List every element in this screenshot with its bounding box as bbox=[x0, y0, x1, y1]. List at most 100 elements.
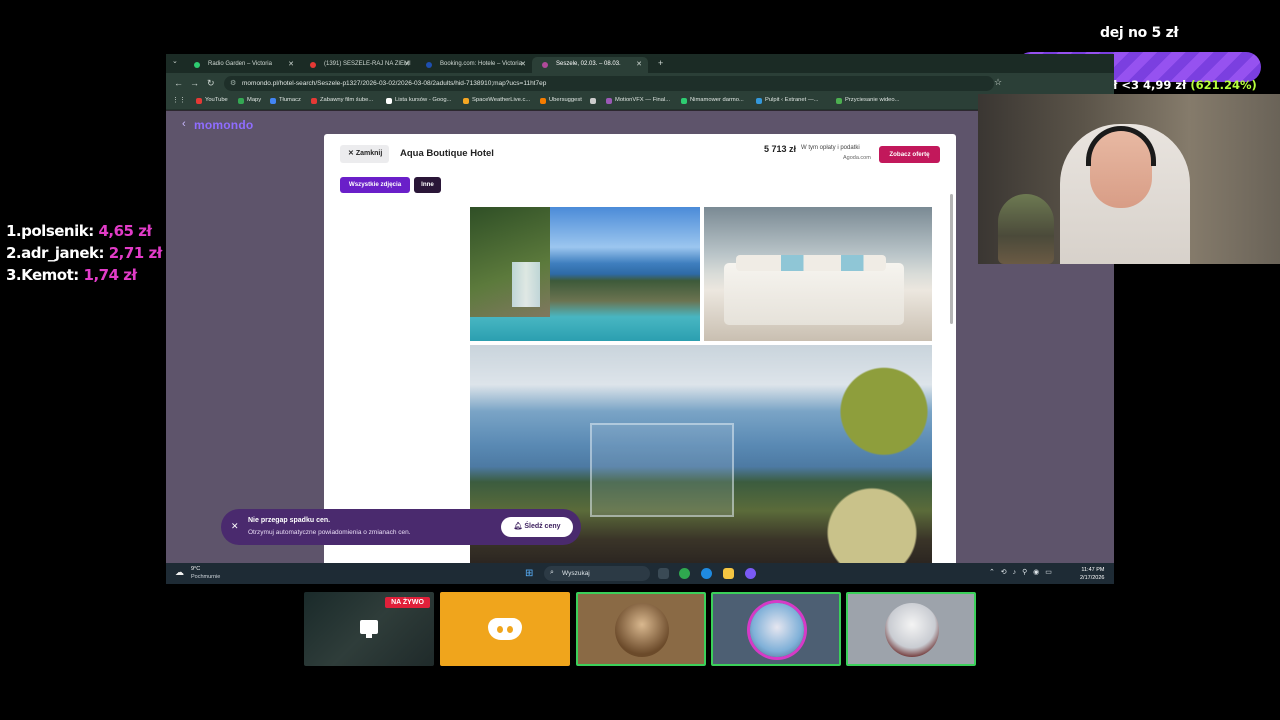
bookmark-item[interactable]: YouTube bbox=[196, 97, 228, 104]
task-view-icon[interactable] bbox=[658, 568, 669, 579]
edge-icon[interactable] bbox=[701, 568, 712, 579]
view-offer-button[interactable]: Zobacz ofertę bbox=[879, 146, 940, 163]
bookmark-item[interactable]: Zabawny film śube... bbox=[311, 97, 374, 104]
bookmark-favicon-icon bbox=[836, 98, 842, 104]
system-tray-icons[interactable]: ⌃ ⟲ ♪ ⚲ ◉ ▭ bbox=[989, 568, 1054, 576]
avatar bbox=[885, 603, 939, 657]
tab-search-icon[interactable]: ⌄ bbox=[172, 57, 178, 65]
clock-date: 2/17/2026 bbox=[1080, 575, 1105, 581]
tab-title: Seszele, 02.03. – 08.03. bbox=[556, 61, 621, 67]
webcam-feed bbox=[978, 94, 1280, 264]
search-placeholder: Wyszukaj bbox=[562, 570, 590, 577]
weather-icon[interactable]: ☁ bbox=[175, 567, 184, 578]
bookmark-favicon-icon bbox=[681, 98, 687, 104]
back-icon[interactable]: ← bbox=[174, 78, 183, 88]
close-toast-icon[interactable]: ✕ bbox=[231, 521, 239, 532]
close-tab-icon[interactable]: ✕ bbox=[288, 60, 294, 68]
tab-title: Radio Garden – Victoria bbox=[208, 61, 272, 67]
photo-gallery-modal: ✕ Zamknij Aqua Boutique Hotel 5 713 zł W… bbox=[324, 134, 956, 563]
bookmark-item[interactable]: Tłumacz bbox=[270, 97, 301, 104]
bookmark-label: MotionVFX — Final... bbox=[615, 97, 671, 103]
bookmark-label: Tłumacz bbox=[279, 97, 301, 103]
close-label: Zamknij bbox=[355, 150, 383, 157]
site-info-icon[interactable]: ⚙ bbox=[230, 79, 236, 87]
bookmark-item[interactable]: Przyciesanie wideo... bbox=[836, 97, 900, 104]
toast-subtitle: Otrzymuj automatyczne powiadomienia o zm… bbox=[248, 529, 411, 536]
browser-tab[interactable]: Booking.com: Hotele – Victoria ✕ bbox=[416, 57, 532, 73]
tip-leaderboard: 1.polsenik: 4,65 zł 2.adr_janek: 2,71 zł… bbox=[6, 220, 171, 286]
avatar bbox=[750, 603, 804, 657]
new-tab-icon[interactable]: + bbox=[658, 58, 663, 68]
close-tab-icon[interactable]: ✕ bbox=[636, 60, 642, 68]
back-chevron-icon[interactable]: ‹ bbox=[182, 118, 186, 130]
bookmark-favicon-icon bbox=[756, 98, 762, 104]
bookmark-item[interactable]: MotionVFX — Final... bbox=[606, 97, 671, 104]
rank: 2. bbox=[6, 244, 22, 262]
participant-tile[interactable] bbox=[711, 592, 841, 666]
donor-amount: 2,71 zł bbox=[108, 244, 163, 262]
bookmark-item[interactable]: Pulpit ‹ Extranet —... bbox=[756, 97, 819, 104]
chrome-icon[interactable] bbox=[679, 568, 690, 579]
close-modal-button[interactable]: ✕ Zamknij bbox=[340, 145, 390, 163]
bookmark-item[interactable]: Nimamower darmo... bbox=[681, 97, 744, 104]
hotel-price: 5 713 zł bbox=[764, 144, 797, 154]
price-alert-toast: ✕ Nie przegap spadku cen. Otrzymuj autom… bbox=[221, 509, 581, 545]
discord-app-icon[interactable] bbox=[745, 568, 756, 579]
bookmark-item[interactable]: Mapy bbox=[238, 97, 262, 104]
monitor-icon bbox=[360, 620, 378, 638]
apps-grid-icon[interactable]: ⋮⋮ bbox=[172, 96, 186, 104]
donor-amount: 4,65 zł bbox=[98, 222, 152, 240]
bookmark-favicon-icon bbox=[606, 98, 612, 104]
favicon-icon bbox=[426, 62, 432, 68]
browser-tab[interactable]: Radio Garden – Victoria ✕ bbox=[184, 57, 300, 73]
bookmark-label: Pulpit ‹ Extranet —... bbox=[765, 97, 819, 103]
hotel-photo-bedroom[interactable] bbox=[704, 207, 932, 341]
windows-taskbar: ☁ 9°C Pochmurnie ⊞ ⌕ Wyszukaj ⌃ ⟲ ♪ ⚲ ◉ ▭… bbox=[166, 563, 1114, 584]
track-prices-button[interactable]: 🔔︎ Śledź ceny bbox=[501, 517, 573, 537]
discord-icon bbox=[488, 618, 522, 640]
hotel-photo-pool[interactable] bbox=[470, 207, 700, 341]
goal-title: dej no 5 zł bbox=[1100, 25, 1179, 41]
bookmark-favicon-icon bbox=[590, 98, 596, 104]
bookmarks-bar: ⋮⋮ YouTube Mapy Tłumacz Zabawny film śub… bbox=[166, 94, 1114, 110]
close-tab-icon[interactable]: ✕ bbox=[404, 60, 410, 68]
windows-start-icon[interactable]: ⊞ bbox=[525, 568, 533, 579]
bookmark-label: Przyciesanie wideo... bbox=[845, 97, 900, 103]
bookmark-favicon-icon bbox=[196, 98, 202, 104]
clock[interactable]: 11:47 PM 2/17/2026 bbox=[1080, 566, 1104, 582]
donor-amount: 1,74 zł bbox=[83, 266, 138, 284]
bookmark-label: Mapy bbox=[247, 97, 262, 103]
bookmark-favicon-icon bbox=[540, 98, 546, 104]
modal-scrollbar[interactable] bbox=[950, 194, 953, 324]
tab-title: Booking.com: Hotele – Victoria bbox=[440, 61, 522, 67]
browser-tab-active[interactable]: Seszele, 02.03. – 08.03. ✕ bbox=[532, 57, 648, 73]
hotel-name: Aqua Boutique Hotel bbox=[400, 148, 494, 159]
participant-tile[interactable] bbox=[576, 592, 706, 666]
bell-icon: 🔔︎ bbox=[513, 523, 525, 530]
close-tab-icon[interactable]: ✕ bbox=[520, 60, 526, 68]
address-bar[interactable]: ⚙ momondo.pl/hotel-search/Seszele-p1327/… bbox=[224, 76, 994, 91]
reload-icon[interactable]: ↻ bbox=[207, 78, 215, 89]
file-explorer-icon[interactable] bbox=[723, 568, 734, 579]
momondo-page: ‹ momondo ✕ Zamknij Aqua Boutique Hotel … bbox=[166, 111, 1114, 563]
momondo-logo[interactable]: momondo bbox=[194, 118, 253, 132]
toast-title: Nie przegap spadku cen. bbox=[248, 517, 331, 524]
bookmark-item[interactable]: Lista kursów - Goog... bbox=[386, 97, 451, 104]
taskbar-search[interactable]: ⌕ Wyszukaj bbox=[544, 566, 650, 581]
bookmark-star-icon[interactable]: ☆ bbox=[994, 77, 1002, 88]
bookmark-label: Zabawny film śube... bbox=[320, 97, 374, 103]
bookmark-label: SpaceWeatherLive.c... bbox=[472, 97, 531, 103]
forward-icon[interactable]: → bbox=[190, 78, 199, 88]
filter-other-button[interactable]: Inne bbox=[414, 177, 441, 193]
participant-tile[interactable] bbox=[846, 592, 976, 666]
toolbar: ← → ↻ ⚙ momondo.pl/hotel-search/Seszele-… bbox=[166, 73, 1114, 94]
bookmark-label: Ubersuggest bbox=[549, 97, 582, 103]
bookmark-item[interactable]: Ubersuggest bbox=[540, 97, 582, 104]
rank: 3. bbox=[6, 266, 22, 284]
browser-tab[interactable]: (1391) SESZELE-RAJ NA ZIEMI ✕ bbox=[300, 57, 416, 73]
leaderboard-row: 2.adr_janek: 2,71 zł bbox=[6, 242, 171, 264]
bookmark-favicon-icon bbox=[311, 98, 317, 104]
favicon-icon bbox=[194, 62, 200, 68]
bookmark-item[interactable]: SpaceWeatherLive.c... bbox=[463, 97, 531, 104]
filter-all-photos-button[interactable]: Wszystkie zdjęcia bbox=[340, 177, 410, 193]
